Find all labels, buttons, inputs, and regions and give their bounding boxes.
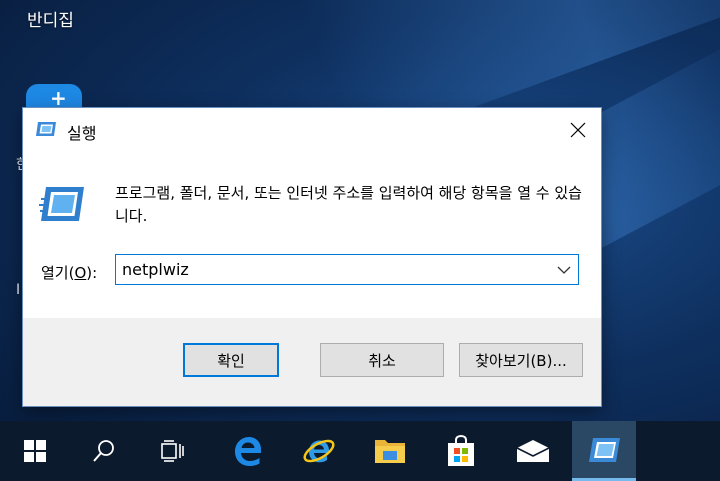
plus-icon: +: [50, 86, 67, 110]
run-icon: [589, 437, 620, 462]
store-icon: [448, 435, 474, 466]
open-label-suffix: ):: [86, 264, 98, 282]
close-icon: [570, 122, 586, 138]
store-button[interactable]: [429, 421, 493, 481]
desktop-app-icon[interactable]: +: [26, 84, 82, 110]
windows-logo-icon: [24, 440, 46, 462]
close-button[interactable]: [555, 108, 601, 152]
cancel-button[interactable]: 취소: [320, 343, 444, 377]
open-label: 열기(O):: [41, 262, 97, 283]
run-dialog: 실행 프로그램, 폴더, 문서, 또는 인터넷 주소를 입력하여 해당 항목을 …: [23, 108, 601, 406]
dialog-content: 프로그램, 폴더, 문서, 또는 인터넷 주소를 입력하여 해당 항목을 열 수…: [23, 152, 601, 318]
task-view-icon: [161, 440, 184, 462]
run-icon: [36, 122, 56, 136]
command-combobox[interactable]: netplwiz: [115, 254, 579, 285]
dialog-title: 실행: [67, 124, 97, 143]
edge-taskbar-button[interactable]: [216, 421, 280, 481]
run-large-icon: [39, 187, 84, 221]
browse-button[interactable]: 찾아보기(B)...: [459, 343, 583, 377]
edge-icon: [235, 437, 261, 466]
dialog-description: 프로그램, 폴더, 문서, 또는 인터넷 주소를 입력하여 해당 항목을 열 수…: [115, 184, 582, 225]
desktop-icon-label[interactable]: 반디집: [27, 6, 74, 31]
start-button[interactable]: [3, 421, 67, 481]
taskbar: [0, 421, 720, 481]
task-view-button[interactable]: [141, 421, 205, 481]
ok-button[interactable]: 확인: [183, 343, 279, 377]
file-explorer-button[interactable]: [358, 421, 422, 481]
dialog-footer: 확인 취소 찾아보기(B)...: [23, 318, 601, 406]
dialog-titlebar[interactable]: 실행: [23, 108, 601, 152]
open-label-accelerator: O: [74, 264, 87, 282]
desktop-partial-text: I: [16, 282, 21, 298]
ie-taskbar-button[interactable]: [287, 421, 351, 481]
command-input[interactable]: netplwiz: [122, 260, 189, 279]
ie-icon: [303, 439, 335, 463]
open-label-prefix: 열기(: [41, 264, 75, 282]
search-button[interactable]: [72, 421, 136, 481]
folder-icon: [375, 440, 405, 463]
mail-icon: [516, 440, 550, 462]
search-icon: [93, 440, 114, 462]
mail-button[interactable]: [501, 421, 565, 481]
chevron-down-icon[interactable]: [556, 262, 572, 278]
run-taskbar-button[interactable]: [572, 421, 636, 481]
